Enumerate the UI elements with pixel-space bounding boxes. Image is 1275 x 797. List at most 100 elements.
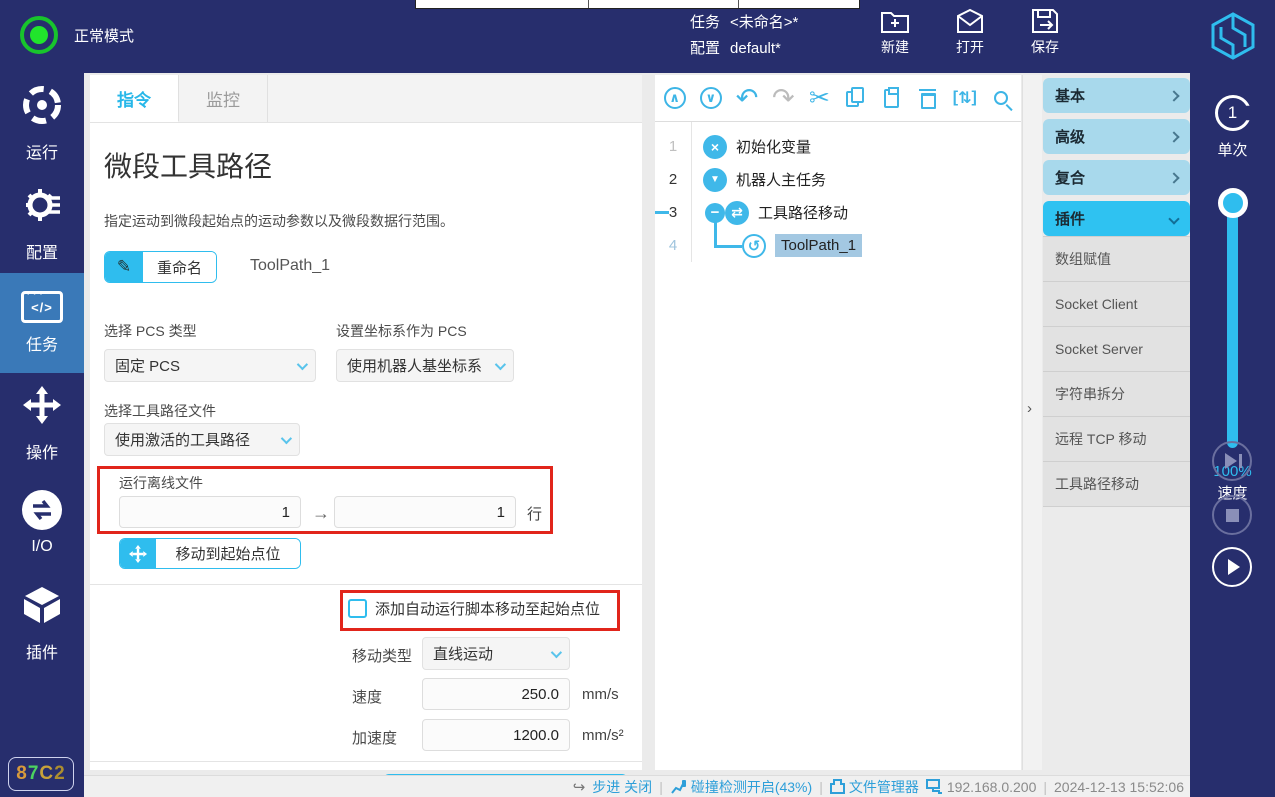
- line-number: 2: [655, 171, 691, 188]
- file-manager-link[interactable]: 文件管理器: [830, 777, 919, 797]
- sidebar-item-plugin[interactable]: 插件: [0, 573, 84, 673]
- speed-slider[interactable]: [1190, 188, 1275, 448]
- network-address: 192.168.0.200: [926, 779, 1037, 795]
- toolpath-node-icon: ↺: [742, 234, 766, 258]
- tree-row-label: 机器人主任务: [736, 169, 826, 190]
- palette-item-array-assign[interactable]: 数组赋值: [1043, 237, 1190, 282]
- status-green-icon: [20, 16, 58, 54]
- single-run-toggle[interactable]: 1 单次: [1190, 93, 1275, 160]
- datetime: 2024-12-13 15:52:06: [1054, 779, 1184, 795]
- search-icon[interactable]: [990, 85, 1013, 111]
- main-task-expand-icon: ▼: [703, 168, 727, 192]
- tab-monitor[interactable]: 监控: [179, 75, 268, 122]
- top-bar: 正常模式 任务<未命名>* 配置default* 新建 打开 保存: [0, 0, 1275, 73]
- category-composite[interactable]: 复合: [1043, 160, 1190, 195]
- chevron-right-icon: [1168, 172, 1179, 183]
- path-file-label: 选择工具路径文件: [104, 401, 216, 421]
- line-end-input[interactable]: [334, 496, 516, 528]
- cube-icon: [21, 584, 63, 631]
- sidebar-label-plugin: 插件: [26, 639, 58, 663]
- page-description: 指定运动到微段起始点的运动参数以及微段数据行范围。: [104, 211, 454, 231]
- io-arrows-icon: [22, 490, 62, 530]
- cut-icon[interactable]: ✂: [808, 85, 831, 111]
- open-task-button[interactable]: 打开: [955, 8, 985, 57]
- step-mode-icon: ↪: [573, 778, 586, 796]
- pcs-type-label: 选择 PCS 类型: [104, 321, 197, 341]
- collision-status[interactable]: 碰撞检测开启(43%): [670, 777, 812, 797]
- move-to-start-button[interactable]: 移动到起始点位: [119, 538, 301, 569]
- palette-item-string-split[interactable]: 字符串拆分: [1043, 372, 1190, 417]
- sidebar-item-config[interactable]: 配置: [0, 173, 84, 273]
- tree-row-selected[interactable]: 4 ↺ ToolPath_1: [655, 229, 1021, 262]
- move-type-label: 移动类型: [352, 645, 412, 666]
- expand-all-icon[interactable]: ∨: [699, 85, 722, 111]
- sidebar-item-io[interactable]: I/O: [0, 473, 84, 573]
- sidebar-label-config: 配置: [26, 239, 58, 263]
- auto-script-checkbox[interactable]: [348, 599, 367, 618]
- network-icon: [926, 779, 943, 794]
- move-arrows-icon: [120, 539, 156, 568]
- palette-collapse-handle[interactable]: ›: [1022, 75, 1042, 770]
- chevron-down-icon: [281, 432, 292, 443]
- tree-row-label-selected: ToolPath_1: [775, 234, 862, 257]
- speed-label: 速度: [352, 686, 382, 707]
- pcs-type-select[interactable]: 固定 PCS: [104, 349, 316, 382]
- chevron-right-icon: [1168, 131, 1179, 142]
- slider-track[interactable]: [1227, 198, 1238, 448]
- tree-toolbar: ∧ ∨ ↶ ↷ ✂ [⇅]: [655, 75, 1021, 122]
- pcs-frame-select[interactable]: 使用机器人基坐标系: [336, 349, 514, 382]
- path-file-select[interactable]: 使用激活的工具路径: [104, 423, 300, 456]
- move-type-value: 直线运动: [433, 643, 493, 664]
- run-control-rail: 1 单次 100% 速度: [1190, 73, 1275, 797]
- sidebar-item-operate[interactable]: 操作: [0, 373, 84, 473]
- accel-input[interactable]: [422, 719, 570, 751]
- file-manager-icon: [830, 779, 845, 794]
- tree-row[interactable]: 2 ▼ 机器人主任务: [655, 163, 1021, 196]
- tree-row[interactable]: 1 × 初始化变量: [655, 130, 1021, 163]
- new-task-button[interactable]: 新建: [880, 8, 910, 57]
- save-icon: [1030, 8, 1060, 34]
- program-tree-panel: ∧ ∨ ↶ ↷ ✂ [⇅] 1 × 初始化变量 2 ▼ 机器人主任务: [655, 75, 1021, 770]
- move-type-select[interactable]: 直线运动: [422, 637, 570, 670]
- rename-button[interactable]: ✎ 重命名: [104, 251, 217, 283]
- accel-label: 加速度: [352, 727, 397, 748]
- stop-button[interactable]: [1212, 495, 1252, 535]
- undo-icon[interactable]: ↶: [735, 85, 758, 111]
- sidebar-label-operate: 操作: [26, 439, 58, 463]
- page-title: 微段工具路径: [104, 145, 272, 185]
- slider-handle[interactable]: [1218, 188, 1248, 218]
- config-value: default*: [730, 36, 781, 62]
- chevron-down-icon: [551, 646, 562, 657]
- copy-icon[interactable]: [844, 85, 867, 111]
- line-start-input[interactable]: [119, 496, 301, 528]
- collapse-all-icon[interactable]: ∧: [663, 85, 686, 111]
- palette-item-remote-tcp[interactable]: 远程 TCP 移动: [1043, 417, 1190, 462]
- palette-item-socket-server[interactable]: Socket Server: [1043, 327, 1190, 372]
- tab-instruction[interactable]: 指令: [90, 75, 179, 122]
- step-mode-status[interactable]: 步进 关闭: [592, 777, 652, 797]
- speed-unit: mm/s: [582, 686, 619, 703]
- new-task-label: 新建: [881, 37, 909, 57]
- sidebar-item-task[interactable]: </> 任务: [0, 273, 84, 373]
- chevron-right-icon: [1168, 90, 1179, 101]
- category-plugin[interactable]: 插件: [1043, 201, 1190, 236]
- sidebar-item-run[interactable]: 运行: [0, 73, 84, 173]
- pencil-icon: ✎: [105, 252, 143, 282]
- divider: [90, 584, 642, 585]
- speed-input[interactable]: [422, 678, 570, 710]
- instruction-palette: 基本 高级 复合 插件 数组赋值 Socket Client Socket Se…: [1043, 78, 1190, 507]
- insert-line-icon[interactable]: [⇅]: [953, 85, 977, 111]
- category-basic[interactable]: 基本: [1043, 78, 1190, 113]
- category-advanced[interactable]: 高级: [1043, 119, 1190, 154]
- task-label: 任务: [690, 10, 720, 36]
- palette-item-toolpath-move[interactable]: 工具路径移动: [1043, 462, 1190, 507]
- save-task-button[interactable]: 保存: [1030, 8, 1060, 57]
- step-forward-button[interactable]: [1212, 441, 1252, 481]
- redo-icon[interactable]: ↷: [772, 85, 795, 111]
- paste-icon[interactable]: [880, 85, 903, 111]
- tree-row[interactable]: 3 − ⇄ 工具路径移动: [655, 196, 1021, 229]
- panel-tabs: 指令 监控: [90, 75, 642, 123]
- delete-icon[interactable]: [917, 85, 940, 111]
- play-button[interactable]: [1212, 547, 1252, 587]
- palette-item-socket-client[interactable]: Socket Client: [1043, 282, 1190, 327]
